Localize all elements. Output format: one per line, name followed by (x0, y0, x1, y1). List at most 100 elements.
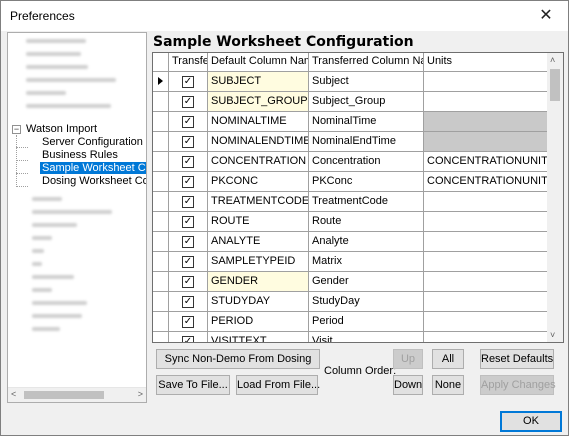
units-cell[interactable] (424, 72, 548, 91)
row-header[interactable] (153, 332, 169, 342)
table-row[interactable]: ✓ ANALYTE Analyte (153, 232, 548, 252)
units-cell[interactable]: CONCENTRATIONUNITS (424, 172, 548, 191)
row-header[interactable] (153, 192, 169, 211)
transferred-column-name-cell[interactable]: Visit (309, 332, 424, 342)
table-row[interactable]: ✓ SAMPLETYPEID Matrix (153, 252, 548, 272)
close-icon[interactable]: ✕ (524, 1, 568, 31)
row-header[interactable] (153, 172, 169, 191)
row-header[interactable] (153, 292, 169, 311)
transfer-checkbox[interactable]: ✓ (182, 96, 194, 108)
row-header[interactable] (153, 132, 169, 151)
tree-item-sample-worksheet[interactable]: Sample Worksheet Conf (40, 162, 146, 175)
table-row[interactable]: ✓ STUDYDAY StudyDay (153, 292, 548, 312)
transferred-column-name-cell[interactable]: Subject_Group (309, 92, 424, 111)
select-all-button[interactable]: All (432, 349, 464, 369)
tree-item-business-rules[interactable]: Business Rules (42, 149, 118, 162)
scroll-thumb[interactable] (550, 69, 560, 101)
reset-defaults-button[interactable]: Reset Defaults (480, 349, 554, 369)
transfer-checkbox[interactable]: ✓ (182, 316, 194, 328)
grid-vertical-scrollbar[interactable]: ˄ ˅ (547, 53, 563, 342)
transfer-checkbox[interactable]: ✓ (182, 176, 194, 188)
units-cell[interactable] (424, 312, 548, 331)
load-from-file-button[interactable]: Load From File... (236, 375, 320, 395)
save-to-file-button[interactable]: Save To File... (156, 375, 230, 395)
table-row[interactable]: ✓ NOMINALENDTIME NominalEndTime (153, 132, 548, 152)
units-cell[interactable] (424, 92, 548, 111)
table-row[interactable]: ✓ SUBJECT_GROUP Subject_Group (153, 92, 548, 112)
transfer-checkbox[interactable]: ✓ (182, 216, 194, 228)
units-cell[interactable] (424, 252, 548, 271)
preferences-tree[interactable]: − Watson Import Server Configuration Bus… (7, 32, 147, 403)
table-row[interactable]: ✓ PERIOD Period (153, 312, 548, 332)
tree-item-watson-import[interactable]: Watson Import (26, 123, 97, 136)
transfer-checkbox[interactable]: ✓ (182, 76, 194, 88)
units-cell[interactable]: CONCENTRATIONUNITS (424, 152, 548, 171)
transferred-column-name-cell[interactable]: Matrix (309, 252, 424, 271)
transfer-checkbox[interactable]: ✓ (182, 296, 194, 308)
transferred-column-name-cell[interactable]: StudyDay (309, 292, 424, 311)
row-header[interactable] (153, 152, 169, 171)
transferred-column-name-cell[interactable]: Route (309, 212, 424, 231)
row-header[interactable] (153, 212, 169, 231)
tree-item-server-configuration[interactable]: Server Configuration (42, 136, 143, 149)
transferred-column-name-cell[interactable]: Subject (309, 72, 424, 91)
transfer-checkbox[interactable]: ✓ (182, 136, 194, 148)
transfer-checkbox[interactable]: ✓ (182, 236, 194, 248)
transferred-column-name-cell[interactable]: Concentration (309, 152, 424, 171)
units-cell[interactable] (424, 332, 548, 342)
table-row[interactable]: ✓ ROUTE Route (153, 212, 548, 232)
tree-horizontal-scrollbar[interactable]: < > (8, 387, 146, 402)
tree-item-dosing-worksheet[interactable]: Dosing Worksheet Confi (42, 175, 146, 188)
transferred-column-name-cell[interactable]: Analyte (309, 232, 424, 251)
table-row[interactable]: ✓ PKCONC PKConc CONCENTRATIONUNITS (153, 172, 548, 192)
units-cell[interactable] (424, 192, 548, 211)
transfer-checkbox[interactable]: ✓ (182, 256, 194, 268)
table-row[interactable]: ✓ SUBJECT Subject (153, 72, 548, 92)
table-row[interactable]: ✓ GENDER Gender (153, 272, 548, 292)
apply-changes-button[interactable]: Apply Changes (480, 375, 556, 395)
units-cell[interactable] (424, 292, 548, 311)
column-header-transfer[interactable]: Transfer (169, 53, 208, 71)
table-row[interactable]: ✓ CONCENTRATION Concentration CONCENTRATION… (153, 152, 548, 172)
sync-non-demo-button[interactable]: Sync Non-Demo From Dosing (156, 349, 320, 369)
table-row[interactable]: ✓ NOMINALTIME NominalTime (153, 112, 548, 132)
scroll-down-icon[interactable]: ˅ (550, 330, 555, 340)
row-header[interactable] (153, 92, 169, 111)
scroll-thumb[interactable] (24, 391, 104, 399)
scroll-up-icon[interactable]: ˄ (550, 55, 555, 65)
units-cell[interactable] (424, 232, 548, 251)
units-cell[interactable] (424, 212, 548, 231)
select-none-button[interactable]: None (432, 375, 464, 395)
transferred-column-name-cell[interactable]: Gender (309, 272, 424, 291)
transfer-checkbox[interactable]: ✓ (182, 156, 194, 168)
column-header-units[interactable]: Units (424, 53, 548, 71)
row-header[interactable] (153, 232, 169, 251)
transfer-checkbox[interactable]: ✓ (182, 196, 194, 208)
row-header[interactable] (153, 312, 169, 331)
blurred-tree-item (26, 78, 116, 82)
transfer-checkbox[interactable]: ✓ (182, 276, 194, 288)
scroll-left-icon[interactable]: < (11, 389, 16, 399)
transfer-checkbox[interactable]: ✓ (182, 336, 194, 342)
transferred-column-name-cell[interactable]: Period (309, 312, 424, 331)
ok-button[interactable]: OK (500, 411, 562, 432)
units-cell[interactable] (424, 272, 548, 291)
table-row[interactable]: ✓ TREATMENTCODE TreatmentCode (153, 192, 548, 212)
transferred-column-name-cell[interactable]: PKConc (309, 172, 424, 191)
transferred-column-name-cell[interactable]: NominalEndTime (309, 132, 424, 151)
column-header-default-name[interactable]: Default Column Name (208, 53, 309, 71)
move-up-button[interactable]: Up (393, 349, 423, 369)
row-header[interactable] (153, 252, 169, 271)
move-down-button[interactable]: Down (393, 375, 423, 395)
collapse-icon[interactable]: − (12, 125, 21, 134)
column-header-transferred-name[interactable]: Transferred Column Name (309, 53, 424, 71)
row-header[interactable] (153, 112, 169, 131)
row-header[interactable] (153, 272, 169, 291)
transferred-column-name-cell[interactable]: TreatmentCode (309, 192, 424, 211)
transfer-checkbox[interactable]: ✓ (182, 116, 194, 128)
scroll-right-icon[interactable]: > (138, 389, 143, 399)
table-row[interactable]: ✓ VISITTEXT Visit (153, 332, 548, 342)
row-header[interactable] (153, 72, 169, 91)
transferred-column-name-cell[interactable]: NominalTime (309, 112, 424, 131)
grid-header-row: TransferDefault Column NameTransferred C… (153, 53, 548, 72)
